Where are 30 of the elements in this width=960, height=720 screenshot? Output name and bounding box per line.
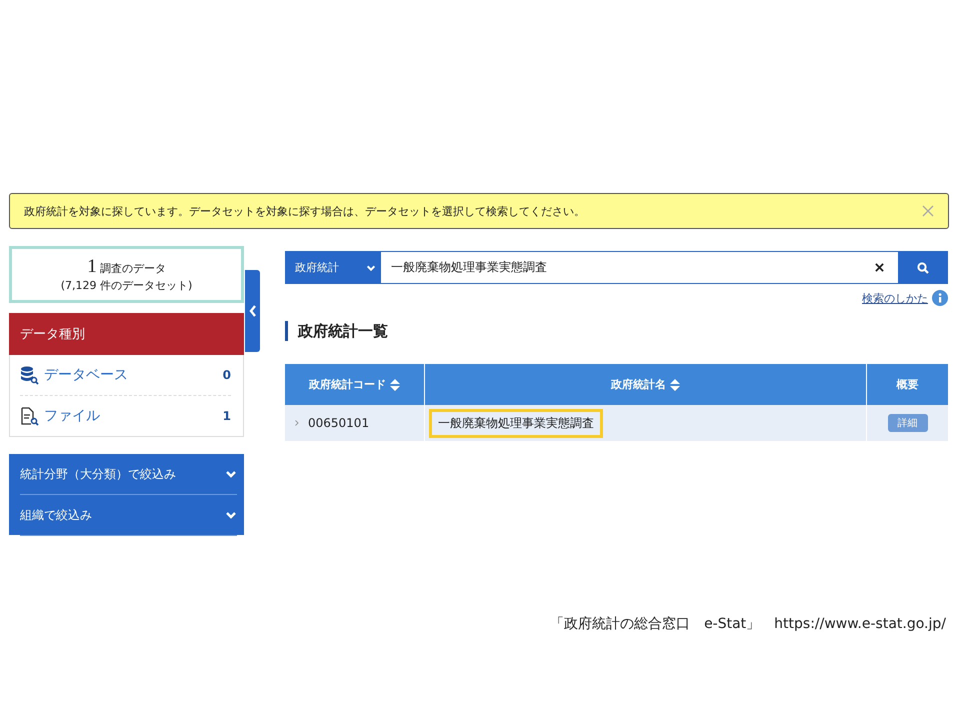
data-type-label: データベース (44, 366, 129, 384)
table-cell: 00650101 (308, 416, 370, 430)
database-search-icon (20, 366, 39, 384)
data-type-count: 1 (222, 409, 231, 423)
data-type-item[interactable]: ファイル 1 (20, 396, 231, 436)
help-link[interactable]: 検索のしかた (862, 290, 928, 306)
data-type-item[interactable]: データベース 0 (20, 355, 231, 396)
sort-icon (670, 378, 680, 390)
filter-item[interactable]: 組織で絞込み (20, 495, 237, 536)
notice-text: 政府統計を対象に探しています。データセットを対象に探す場合は、データセットを選択して検索してください。 (24, 204, 585, 218)
document-search-icon (20, 406, 39, 426)
column-header: 概要 (895, 377, 920, 393)
info-icon[interactable] (932, 290, 948, 306)
section-title: 政府統計一覧 (285, 321, 948, 341)
source-caption: 「政府統計の総合窓口 e-Stat」 https://www.e-stat.go.jp/ (550, 615, 946, 633)
filter-item[interactable]: 統計分野（大分類）で絞込み (20, 454, 237, 495)
collapse-tab[interactable] (245, 270, 260, 352)
data-type-count: 0 (222, 368, 231, 382)
table-cell[interactable]: 一般廃棄物処理事業実態調査 (429, 408, 603, 438)
sort-icon (390, 378, 400, 390)
chevron-left-icon (248, 305, 256, 317)
chevron-right-icon (295, 420, 299, 426)
dataset-count: (7,129 件のデータセット) (60, 278, 192, 293)
result-label: 調査のデータ (100, 261, 166, 276)
data-type-label: ファイル (44, 407, 101, 425)
result-count: 1 (87, 256, 97, 278)
panel-header: データ種別 (9, 313, 244, 355)
filter-label: 組織で絞込み (20, 506, 92, 524)
filter-label: 統計分野（大分類）で絞込み (20, 466, 176, 482)
detail-button[interactable]: 詳細 (888, 414, 928, 432)
